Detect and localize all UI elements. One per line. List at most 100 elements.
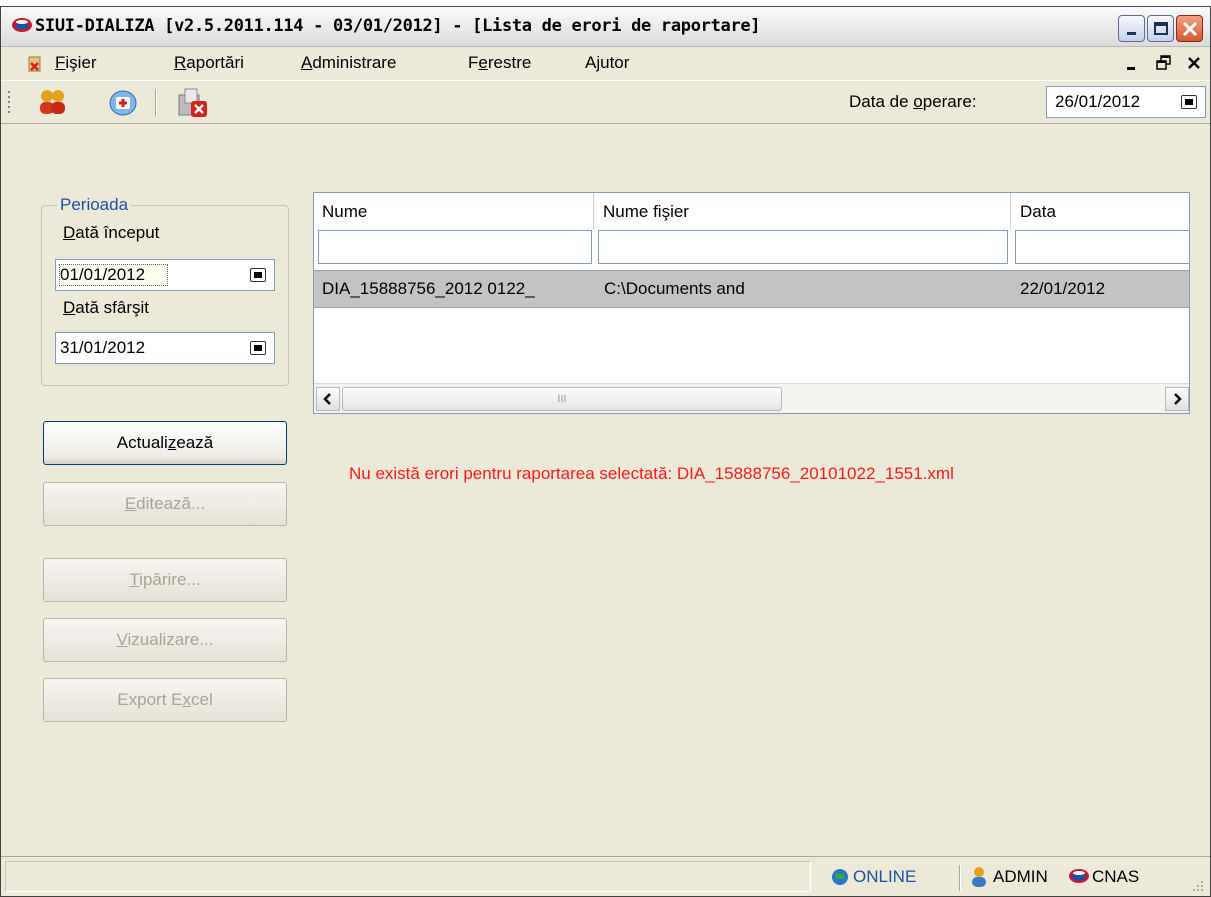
- minimize-button[interactable]: [1118, 15, 1145, 42]
- close-button[interactable]: [1176, 15, 1203, 42]
- menu-ferestre-mnemonic: e: [478, 53, 488, 72]
- filter-input-nume[interactable]: [318, 230, 592, 264]
- exit-icon[interactable]: [173, 85, 213, 121]
- status-bar: ONLINE ADMIN CNAS: [1, 856, 1210, 896]
- menu-bar: Fişier Raportări Administrare Ferestre A…: [1, 47, 1210, 80]
- operating-date-label: Data de operare:: [849, 92, 977, 112]
- export-button-pre: Export E: [117, 690, 183, 709]
- toolbar-separator: [155, 89, 157, 117]
- start-date-field[interactable]: 01/01/2012: [55, 259, 275, 291]
- menu-raportari[interactable]: Raportări: [174, 53, 244, 73]
- status-org: CNAS: [1092, 867, 1140, 886]
- calendar-icon[interactable]: [1181, 95, 1197, 109]
- reports-grid[interactable]: Nume Nume fişier Data DIA_15888756_2012 …: [313, 192, 1190, 414]
- period-legend: Perioada: [57, 195, 132, 215]
- medical-kit-icon[interactable]: [107, 87, 139, 117]
- main-content: Perioada Dată început 01/01/2012 Dată sf…: [1, 125, 1210, 856]
- menu-ferestre[interactable]: Ferestre: [468, 53, 531, 73]
- window-title: SIUI-DIALIZA [v2.5.2011.114 - 03/01/2012…: [35, 16, 761, 36]
- end-date-label: Dată sfârşit: [63, 298, 149, 318]
- status-online: ONLINE: [853, 867, 917, 886]
- cnas-logo-icon: [1069, 869, 1089, 883]
- preview-button-mnemonic: V: [116, 630, 128, 649]
- calendar-icon[interactable]: [250, 341, 266, 355]
- calendar-icon[interactable]: [250, 268, 266, 282]
- menu-fisier-label: işier: [65, 53, 97, 72]
- maximize-icon: [1154, 22, 1168, 35]
- app-window: SIUI-DIALIZA [v2.5.2011.114 - 03/01/2012…: [0, 6, 1211, 897]
- menu-administrare[interactable]: Administrare: [301, 53, 396, 73]
- menu-ajutor-prefix: A: [585, 53, 597, 72]
- users-icon[interactable]: [37, 87, 69, 117]
- maximize-button[interactable]: [1147, 15, 1174, 42]
- menu-ferestre-label: restre: [487, 53, 532, 72]
- start-date-label-text: ată început: [75, 223, 160, 242]
- scroll-left-button[interactable]: [316, 387, 340, 411]
- column-header-data[interactable]: Data: [1012, 193, 1189, 229]
- filter-input-data[interactable]: [1015, 230, 1189, 264]
- operating-date-label-pre: Data de: [849, 92, 914, 111]
- edit-button-mnemonic: E: [124, 494, 137, 513]
- operating-date-label-mnemonic: o: [913, 92, 923, 111]
- scroll-thumb[interactable]: III: [342, 387, 782, 411]
- operating-date-value: 26/01/2012: [1055, 92, 1141, 111]
- end-date-label-text: ată sfârşit: [75, 298, 149, 317]
- globe-icon: [832, 869, 848, 885]
- column-header-nume[interactable]: Nume: [314, 193, 594, 229]
- edit-button[interactable]: Editează...: [43, 482, 287, 526]
- cell-nume-fisier: C:\Documents and: [604, 279, 745, 298]
- mdi-close-icon[interactable]: [1187, 56, 1201, 70]
- refresh-button-post: ează: [176, 433, 214, 452]
- end-date-field[interactable]: 31/01/2012: [55, 332, 275, 364]
- menu-fisier[interactable]: Fişier: [55, 53, 97, 73]
- status-user: ADMIN: [993, 867, 1048, 886]
- menu-administrare-label: dministrare: [312, 53, 397, 72]
- filter-input-nume-fisier[interactable]: [598, 230, 1008, 264]
- title-bar[interactable]: SIUI-DIALIZA [v2.5.2011.114 - 03/01/2012…: [1, 7, 1210, 47]
- mdi-minimize-icon[interactable]: [1125, 56, 1139, 72]
- toolbar-grip-icon: [8, 91, 10, 113]
- export-excel-button[interactable]: Export Excel: [43, 678, 287, 722]
- menu-fisier-mnemonic: F: [55, 53, 66, 72]
- document-menu-icon[interactable]: [25, 54, 45, 74]
- status-panel-main: [5, 861, 811, 892]
- separator-line: [959, 865, 961, 891]
- operating-date-field[interactable]: 26/01/2012: [1046, 86, 1206, 118]
- preview-button[interactable]: Vizualizare...: [43, 618, 287, 662]
- resize-grip-icon[interactable]: [1191, 879, 1205, 893]
- end-date-value: 31/01/2012: [60, 338, 146, 357]
- start-date-value: 01/01/2012: [58, 264, 169, 286]
- menu-ajutor[interactable]: Ajutor: [585, 53, 629, 73]
- end-date-label-mnemonic: D: [63, 298, 76, 317]
- menu-raportari-mnemonic: R: [174, 53, 187, 72]
- print-button-label: ipărire...: [139, 570, 201, 589]
- close-icon: [1182, 21, 1198, 37]
- scroll-right-button[interactable]: [1165, 387, 1189, 411]
- app-logo-icon: [12, 18, 32, 32]
- mdi-restore-icon[interactable]: [1156, 55, 1172, 71]
- user-icon: [972, 867, 986, 887]
- cell-nume: DIA_15888756_2012 0122_: [322, 279, 535, 298]
- toolbar: Data de operare: 26/01/2012: [1, 80, 1210, 124]
- table-row[interactable]: DIA_15888756_2012 0122_ C:\Documents and…: [314, 270, 1189, 308]
- export-button-mnemonic: x: [182, 690, 191, 709]
- minimize-icon: [1127, 32, 1136, 35]
- chevron-right-icon: [1174, 393, 1182, 405]
- no-errors-message: Nu există erori pentru raportarea select…: [349, 464, 954, 483]
- column-header-nume-fisier[interactable]: Nume fişier: [595, 193, 1011, 229]
- horizontal-scrollbar[interactable]: III: [314, 383, 1189, 413]
- refresh-button[interactable]: Actualizează: [43, 421, 287, 465]
- print-button[interactable]: Tipărire...: [43, 558, 287, 602]
- print-button-mnemonic: T: [129, 570, 140, 589]
- menu-administrare-mnemonic: A: [301, 53, 313, 72]
- refresh-button-pre: Actuali: [116, 433, 168, 452]
- menu-ferestre-prefix: F: [468, 53, 479, 72]
- start-date-label-mnemonic: D: [63, 223, 76, 242]
- preview-button-label: izualizare...: [127, 630, 214, 649]
- operating-date-label-post: perare:: [922, 92, 977, 111]
- edit-button-label: ditează...: [136, 494, 206, 513]
- chevron-left-icon: [323, 393, 331, 405]
- start-date-label: Dată început: [63, 223, 159, 243]
- menu-raportari-label: aportări: [186, 53, 244, 72]
- export-button-post: cel: [190, 690, 213, 709]
